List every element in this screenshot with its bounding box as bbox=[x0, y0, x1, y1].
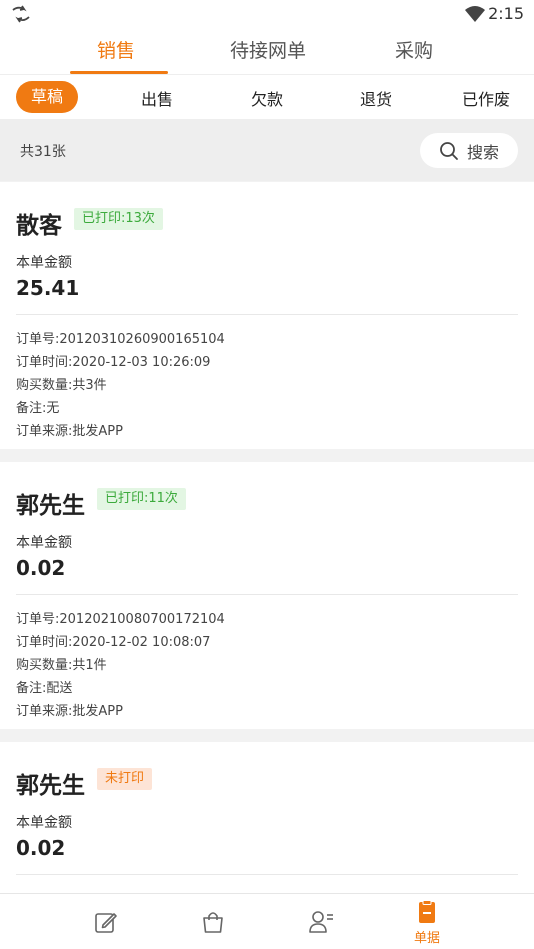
customer-name: 郭先生 bbox=[16, 493, 85, 519]
print-status-badge: 已打印:11次 bbox=[97, 488, 186, 510]
document-icon bbox=[419, 899, 435, 923]
subtab-draft[interactable]: 草稿 bbox=[16, 81, 78, 113]
order-source: 订单来源:批发APP bbox=[16, 424, 123, 439]
amount-value: 0.02 bbox=[16, 836, 66, 860]
record-count: 共31张 bbox=[20, 144, 66, 160]
nav-customers[interactable] bbox=[291, 894, 351, 949]
sub-tab-bar: 草稿 出售 欠款 退货 已作废 bbox=[0, 75, 534, 119]
sync-notification-icon bbox=[12, 5, 30, 23]
print-status-badge: 已打印:13次 bbox=[74, 208, 163, 230]
divider bbox=[16, 314, 518, 315]
divider bbox=[16, 874, 518, 875]
top-tab-bar: 销售 待接网单 采购 bbox=[0, 28, 534, 75]
amount-label: 本单金额 bbox=[16, 535, 72, 551]
bottom-navigation: 单据 bbox=[0, 893, 534, 949]
subtab-sold[interactable]: 出售 bbox=[141, 86, 173, 110]
active-tab-indicator bbox=[70, 71, 168, 74]
customer-name: 散客 bbox=[16, 213, 62, 239]
app-screen: 2:15 销售 待接网单 采购 草稿 出售 欠款 退货 已作废 共31张 搜索 … bbox=[0, 0, 534, 949]
print-status-badge: 未打印 bbox=[97, 768, 153, 790]
customer-name: 郭先生 bbox=[16, 773, 85, 799]
customer-list-icon bbox=[309, 911, 333, 933]
order-remark: 备注:配送 bbox=[16, 681, 73, 696]
nav-edit[interactable] bbox=[76, 894, 136, 949]
order-remark: 备注:无 bbox=[16, 401, 60, 416]
search-label: 搜索 bbox=[466, 142, 499, 162]
order-time: 订单时间:2020-12-02 10:08:07 bbox=[16, 635, 211, 650]
order-card[interactable]: 散客 已打印:13次 本单金额 25.41 订单号:20120310260900… bbox=[0, 182, 534, 449]
status-bar: 2:15 bbox=[0, 0, 534, 28]
order-time: 订单时间:2020-12-03 10:26:09 bbox=[16, 355, 211, 370]
amount-label: 本单金额 bbox=[16, 255, 72, 271]
tab-pending-online-orders[interactable]: 待接网单 bbox=[230, 36, 306, 63]
divider bbox=[16, 594, 518, 595]
order-card[interactable]: 郭先生 未打印 本单金额 0.02 bbox=[0, 742, 534, 893]
search-icon bbox=[440, 141, 458, 160]
purchase-quantity: 购买数量:共1件 bbox=[16, 658, 107, 673]
order-card[interactable]: 郭先生 已打印:11次 本单金额 0.02 订单号:20120210080700… bbox=[0, 462, 534, 729]
wifi-icon bbox=[465, 6, 485, 22]
search-button[interactable]: 搜索 bbox=[420, 133, 518, 168]
subtab-voided[interactable]: 已作废 bbox=[462, 86, 510, 110]
shopping-bag-icon bbox=[203, 912, 223, 933]
tab-sales[interactable]: 销售 bbox=[97, 36, 135, 63]
tab-purchase[interactable]: 采购 bbox=[395, 36, 433, 63]
order-number: 订单号:20120210080700172104 bbox=[16, 612, 225, 627]
list-toolbar: 共31张 搜索 bbox=[0, 119, 534, 181]
subtab-returns[interactable]: 退货 bbox=[360, 86, 392, 110]
purchase-quantity: 购买数量:共3件 bbox=[16, 378, 107, 393]
subtab-debt[interactable]: 欠款 bbox=[251, 86, 283, 110]
amount-label: 本单金额 bbox=[16, 815, 72, 831]
nav-documents[interactable]: 单据 bbox=[397, 894, 457, 949]
edit-icon bbox=[95, 913, 117, 933]
amount-value: 25.41 bbox=[16, 276, 80, 300]
amount-value: 0.02 bbox=[16, 556, 66, 580]
order-number: 订单号:20120310260900165104 bbox=[16, 332, 225, 347]
nav-shop[interactable] bbox=[183, 894, 243, 949]
nav-documents-label: 单据 bbox=[413, 930, 440, 946]
order-source: 订单来源:批发APP bbox=[16, 704, 123, 719]
status-time: 2:15 bbox=[488, 4, 524, 23]
